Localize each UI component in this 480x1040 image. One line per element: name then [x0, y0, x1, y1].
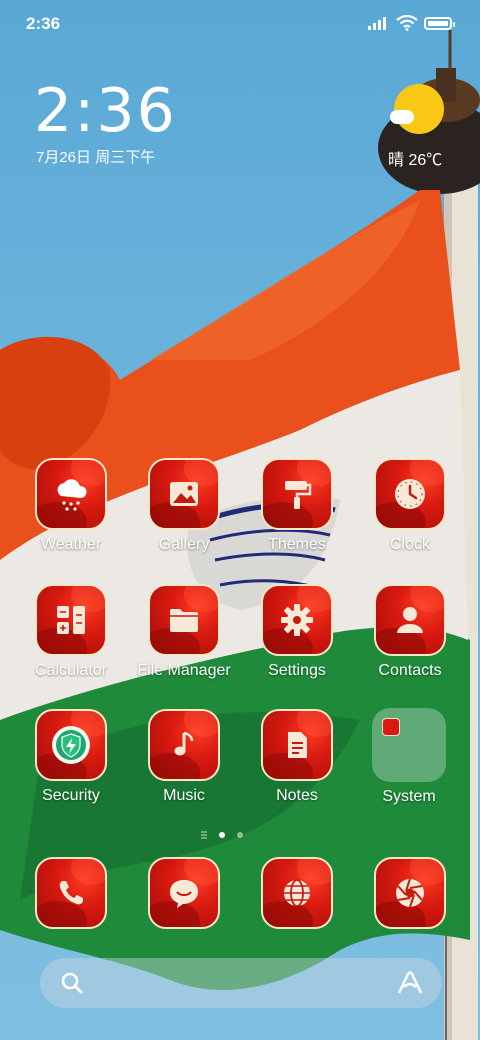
app-icon-tile	[261, 709, 333, 781]
phone-icon	[59, 881, 83, 905]
weather-text: 晴 26℃	[388, 152, 443, 169]
note-icon	[288, 732, 307, 758]
page-indicator[interactable]	[200, 830, 250, 842]
app-label: Weather	[40, 536, 102, 553]
app-label: Security	[42, 787, 100, 804]
app-label: Calculator	[34, 662, 108, 679]
page-dot-active[interactable]	[219, 832, 225, 838]
folder-mini-app-icon	[382, 718, 400, 736]
app-icon-tile	[35, 458, 107, 530]
dock-app-browser[interactable]	[242, 857, 352, 929]
music-note-icon	[174, 731, 194, 756]
person-icon	[397, 607, 423, 633]
app-calculator[interactable]: Calculator	[16, 584, 126, 680]
app-icon-tile	[148, 458, 220, 530]
image-icon	[170, 482, 198, 506]
app-label: Themes	[268, 536, 326, 553]
app-icon-tile	[261, 584, 333, 656]
clock-icon	[395, 479, 425, 509]
gear-icon	[281, 604, 313, 636]
app-label: System	[382, 788, 436, 805]
app-label: Notes	[276, 787, 318, 804]
clock-widget-date[interactable]: 7月26日 周三下午	[36, 146, 155, 167]
app-icon-tile	[374, 857, 446, 929]
app-label: Settings	[268, 662, 326, 679]
app-icon-tile	[35, 709, 107, 781]
cloud-snow-icon	[57, 479, 87, 511]
app-weather[interactable]: Weather	[16, 458, 126, 554]
folder-icon	[372, 708, 446, 782]
app-folder-system[interactable]: System	[354, 708, 464, 806]
app-contacts[interactable]: Contacts	[355, 584, 465, 680]
dock-app-messages[interactable]	[129, 857, 239, 929]
app-gallery[interactable]: Gallery	[129, 458, 239, 554]
app-settings[interactable]: Settings	[242, 584, 352, 680]
status-time: 2:36	[26, 14, 61, 33]
app-music[interactable]: Music	[129, 709, 239, 805]
app-icon-tile	[148, 584, 220, 656]
app-icon-tile	[261, 458, 333, 530]
app-icon-tile	[35, 857, 107, 929]
app-icon-tile	[374, 584, 446, 656]
dock-app-phone[interactable]	[16, 857, 126, 929]
app-label: Gallery	[158, 536, 210, 553]
folder-icon	[170, 609, 198, 632]
page-dot[interactable]	[237, 832, 243, 838]
clock-widget-time[interactable]: 2:36	[34, 76, 177, 146]
app-label: Contacts	[378, 662, 442, 679]
message-icon	[170, 880, 198, 908]
camera-aperture-icon	[396, 878, 424, 908]
search-icon[interactable]	[60, 971, 84, 995]
app-notes[interactable]: Notes	[242, 709, 352, 805]
app-file-manager[interactable]: File Manager	[129, 584, 239, 680]
app-clock[interactable]: Clock	[355, 458, 465, 554]
app-icon-tile	[261, 857, 333, 929]
app-icon-tile	[148, 709, 220, 781]
app-label: File Manager	[137, 662, 231, 679]
menu-lines-icon	[201, 831, 207, 839]
app-security[interactable]: Security	[16, 709, 126, 805]
shield-bolt-icon	[52, 726, 90, 764]
signal-icon	[368, 17, 386, 30]
app-label: Clock	[389, 536, 430, 553]
globe-icon	[284, 879, 310, 907]
app-icon-tile	[374, 458, 446, 530]
status-bar: 2:36	[0, 0, 480, 50]
app-icon-tile	[148, 857, 220, 929]
paint-roller-icon	[285, 481, 312, 509]
sun-icon	[394, 84, 444, 134]
dock-app-camera[interactable]	[355, 857, 465, 929]
app-themes[interactable]: Themes	[242, 458, 352, 554]
calculator-icon	[57, 606, 85, 634]
battery-icon	[424, 17, 455, 30]
cloud-icon	[390, 110, 414, 124]
assistant-icon[interactable]	[396, 970, 424, 996]
app-label: Music	[163, 787, 205, 804]
app-icon-tile	[35, 584, 107, 656]
wifi-icon	[396, 15, 418, 31]
search-bar[interactable]	[40, 958, 442, 1008]
